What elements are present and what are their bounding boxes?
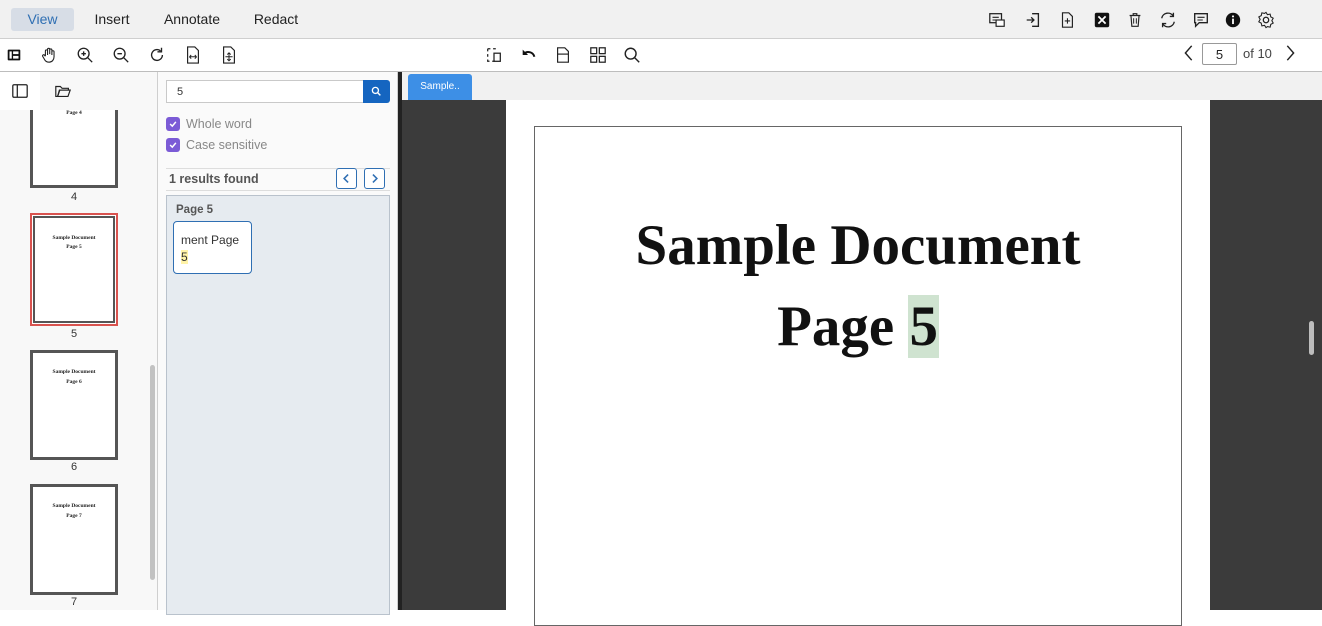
search-input[interactable] [166,80,364,103]
viewer-scrollbar[interactable] [1309,321,1314,355]
thumbnails-tab[interactable] [0,72,40,110]
chevron-right-icon [372,174,378,183]
toolbar: of 10 [0,39,1322,72]
undo-icon[interactable] [519,45,539,65]
select-area-icon[interactable] [484,45,504,65]
fit-page-icon[interactable] [219,45,239,65]
tab-redact[interactable]: Redact [248,8,304,31]
thumbnail-title: Sample Document [52,503,96,509]
comments-panel-icon[interactable] [987,10,1007,30]
results-list: Page 5 ment Page 5 [166,195,390,615]
import-icon[interactable] [1023,10,1043,30]
document-viewer: Sample.. Sample Document Page 5 [398,72,1322,626]
thumbnail-subtitle: Page 6 [66,379,82,385]
fit-width-icon[interactable] [183,45,203,65]
document-tab[interactable]: Sample.. [408,74,472,100]
delete-icon[interactable] [1125,10,1145,30]
thumbnail-subtitle: Page 5 [66,244,82,250]
thumbnail-title: Sample Document [52,235,96,241]
close-doc-icon[interactable] [1092,10,1112,30]
result-page-label: Page 5 [176,204,214,216]
next-result-button[interactable] [364,168,385,189]
chevron-left-icon [343,174,349,183]
search-icon[interactable] [622,45,642,65]
folder-open-icon [55,85,72,97]
search-button[interactable] [363,80,390,103]
thumbnail-page-7[interactable]: Sample Document Page 7 [30,484,118,595]
thumbnail-title: Page 4 [66,110,82,116]
grid-view-icon[interactable] [588,45,608,65]
settings-icon[interactable] [1256,10,1276,30]
case-sensitive-option[interactable]: Case sensitive [166,137,267,153]
search-icon [371,86,381,96]
info-icon[interactable] [1223,10,1243,30]
whole-word-option[interactable]: Whole word [166,116,252,132]
rail-scrollbar[interactable] [150,365,155,580]
sidebar-icon [12,84,28,98]
rotate-icon[interactable] [147,45,167,65]
whole-word-label: Whole word [186,117,252,131]
prev-page-icon[interactable] [1179,43,1199,63]
thumbnail-number: 4 [70,191,78,203]
page-total-label: of 10 [1243,46,1272,61]
result-snippet: ment Page [181,233,240,247]
search-highlight: 5 [908,295,939,358]
single-page-icon[interactable] [553,45,573,65]
rail-tabs [0,72,157,110]
whole-word-checkbox[interactable] [166,117,180,131]
new-page-icon[interactable] [1057,10,1077,30]
document-tab-bar: Sample.. [402,72,1322,100]
pan-hand-icon[interactable] [39,45,59,65]
tab-insert[interactable]: Insert [86,8,138,31]
tab-annotate[interactable]: Annotate [156,8,228,31]
zoom-out-icon[interactable] [111,45,131,65]
document-page: Sample Document Page 5 [506,100,1210,626]
thumbnail-rail: Page 4 4 Sample Document Page 5 5 Sample… [0,72,158,610]
thumbnail-number: 7 [70,596,78,608]
thumbnail-title: Sample Document [52,369,96,375]
thumbnail-page-4[interactable]: Page 4 [30,100,118,188]
result-match: 5 [181,250,188,264]
document-title: Sample Document [635,214,1081,277]
thumbnail-page-5[interactable]: Sample Document Page 5 [30,213,118,326]
prev-result-button[interactable] [336,168,357,189]
thumbnail-number: 5 [70,328,78,340]
zoom-in-icon[interactable] [75,45,95,65]
thumbnail-page-6[interactable]: Sample Document Page 6 [30,350,118,460]
next-page-icon[interactable] [1280,43,1300,63]
case-sensitive-label: Case sensitive [186,138,268,152]
page-prefix: Page [777,295,895,358]
check-icon [169,142,177,149]
comment-icon[interactable] [1191,10,1211,30]
search-panel: Whole word Case sensitive 1 results foun… [158,72,398,615]
menu-bar: View Insert Annotate Redact [0,0,1322,39]
search-result-item[interactable]: ment Page 5 [173,221,252,274]
page-number-input[interactable] [1202,43,1237,65]
rotate-pages-icon[interactable] [1158,10,1178,30]
panel-toggle-icon[interactable] [4,45,24,65]
files-tab[interactable] [43,72,83,110]
page-border [534,126,1182,626]
tab-view[interactable]: View [11,8,74,31]
thumbnail-subtitle: Page 7 [66,513,82,519]
document-page-line: Page 5 [506,294,1210,359]
check-icon [169,121,177,128]
thumbnail-number: 6 [70,461,78,473]
case-sensitive-checkbox[interactable] [166,138,180,152]
